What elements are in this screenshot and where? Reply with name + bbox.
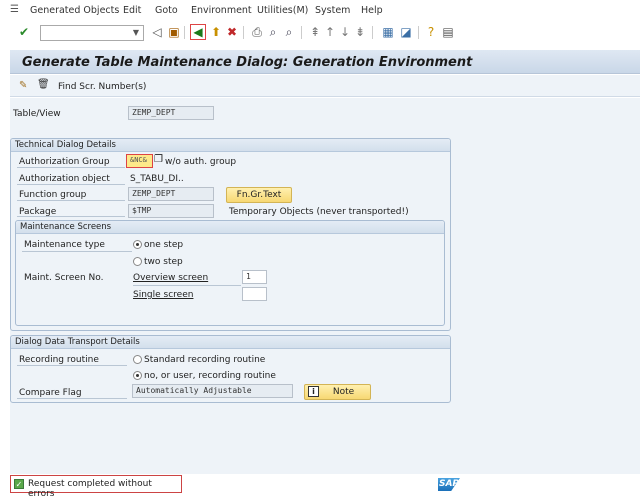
print-icon[interactable]: ⎙ bbox=[250, 25, 264, 39]
chevron-down-icon[interactable]: ▼ bbox=[133, 28, 139, 37]
standard-recording-label: Standard recording routine bbox=[144, 355, 266, 365]
status-text: Request completed without errors bbox=[28, 479, 152, 499]
package-label: Package bbox=[19, 207, 57, 217]
command-field[interactable]: ▼ bbox=[40, 25, 144, 41]
function-group-label: Function group bbox=[19, 190, 87, 200]
note-button[interactable]: i Note bbox=[304, 384, 371, 400]
success-check-icon: ✓ bbox=[14, 479, 24, 489]
single-screen-label: Single screen bbox=[133, 290, 194, 300]
one-step-label: one step bbox=[144, 240, 184, 250]
fn-gr-text-button[interactable]: Fn.Gr.Text bbox=[226, 187, 292, 203]
menu-edit[interactable]: Edit bbox=[123, 5, 141, 16]
auth-object-label: Authorization object bbox=[19, 174, 110, 184]
table-view-field[interactable]: ZEMP_DEPT bbox=[128, 106, 214, 120]
no-user-recording-label: no, or user, recording routine bbox=[144, 371, 276, 381]
new-session-icon[interactable]: ▦ bbox=[381, 25, 395, 39]
menu-utilities[interactable]: Utilities(M) bbox=[257, 5, 308, 16]
auth-group-desc: w/o auth. group bbox=[165, 157, 237, 167]
compare-flag-field: Automatically Adjustable bbox=[132, 384, 293, 398]
single-screen-field[interactable] bbox=[242, 287, 267, 301]
radio-icon[interactable] bbox=[133, 355, 142, 364]
table-view-label: Table/View bbox=[13, 109, 61, 119]
separator bbox=[418, 26, 419, 39]
back-arrow-icon[interactable]: ◁ bbox=[150, 25, 164, 39]
pencil-icon[interactable]: ✎ bbox=[19, 80, 27, 91]
menu-help[interactable]: Help bbox=[361, 5, 383, 16]
enter-icon[interactable]: ✔ bbox=[17, 25, 31, 39]
maint-screen-no-label: Maint. Screen No. bbox=[24, 273, 104, 283]
auth-group-label: Authorization Group bbox=[19, 157, 110, 167]
last-page-icon[interactable]: ⇟ bbox=[353, 25, 367, 39]
separator bbox=[301, 26, 302, 39]
info-icon: i bbox=[308, 386, 319, 397]
page-title: Generate Table Maintenance Dialog: Gener… bbox=[22, 55, 473, 70]
separator bbox=[184, 26, 185, 39]
cancel-icon[interactable]: ✖ bbox=[225, 25, 239, 39]
radio-selected-icon[interactable] bbox=[133, 240, 142, 249]
one-step-radio[interactable]: one step bbox=[133, 240, 183, 250]
menu-goto[interactable]: Goto bbox=[155, 5, 178, 16]
help-icon[interactable]: ? bbox=[424, 25, 438, 39]
menu-icon[interactable]: ☰ bbox=[10, 4, 19, 15]
menu-system[interactable]: System bbox=[315, 5, 350, 16]
find-screen-numbers-button[interactable]: Find Scr. Number(s) bbox=[58, 82, 146, 92]
menu-environment[interactable]: Environment bbox=[191, 5, 252, 16]
layout-icon[interactable]: ▤ bbox=[441, 25, 455, 39]
auth-object-value: S_TABU_DI.. bbox=[130, 174, 184, 184]
auth-group-field[interactable]: &NC& bbox=[126, 154, 153, 168]
no-user-recording-radio[interactable]: no, or user, recording routine bbox=[133, 371, 276, 381]
trash-icon[interactable]: 🗑 bbox=[37, 79, 50, 90]
group-title: Maintenance Screens bbox=[16, 221, 444, 234]
find-icon[interactable]: ⌕ bbox=[266, 25, 280, 39]
recording-routine-label: Recording routine bbox=[19, 355, 99, 365]
group-title: Dialog Data Transport Details bbox=[11, 336, 450, 349]
function-group-field[interactable]: ZEMP_DEPT bbox=[128, 187, 214, 201]
previous-page-icon[interactable]: ↑ bbox=[323, 25, 337, 39]
radio-icon[interactable] bbox=[133, 257, 142, 266]
maintenance-type-label: Maintenance type bbox=[24, 240, 105, 250]
menu-generated-objects[interactable]: Generated Objects bbox=[30, 5, 119, 16]
exit-icon[interactable]: ⬆ bbox=[209, 25, 223, 39]
first-page-icon[interactable]: ⇞ bbox=[308, 25, 322, 39]
shortcut-icon[interactable]: ◪ bbox=[399, 25, 413, 39]
note-label: Note bbox=[332, 387, 355, 397]
status-message[interactable]: ✓ Request completed without errors bbox=[10, 475, 182, 499]
overview-screen-label: Overview screen bbox=[133, 273, 209, 283]
save-icon[interactable]: ▣ bbox=[167, 25, 181, 39]
separator bbox=[243, 26, 244, 39]
separator bbox=[372, 26, 373, 39]
package-field[interactable]: $TMP bbox=[128, 204, 214, 218]
compare-flag-label: Compare Flag bbox=[19, 388, 82, 398]
overview-screen-field[interactable]: 1 bbox=[242, 270, 267, 284]
two-step-radio[interactable]: two step bbox=[133, 257, 183, 267]
radio-selected-icon[interactable] bbox=[133, 371, 142, 380]
package-desc: Temporary Objects (never transported!) bbox=[229, 207, 409, 217]
two-step-label: two step bbox=[144, 257, 183, 267]
next-page-icon[interactable]: ↓ bbox=[338, 25, 352, 39]
standard-recording-radio[interactable]: Standard recording routine bbox=[133, 355, 265, 365]
find-next-icon[interactable]: ⌕ bbox=[282, 25, 296, 39]
value-help-icon[interactable]: ❐ bbox=[154, 154, 163, 165]
group-title: Technical Dialog Details bbox=[11, 139, 450, 152]
back-icon[interactable]: ◀ bbox=[190, 24, 206, 40]
